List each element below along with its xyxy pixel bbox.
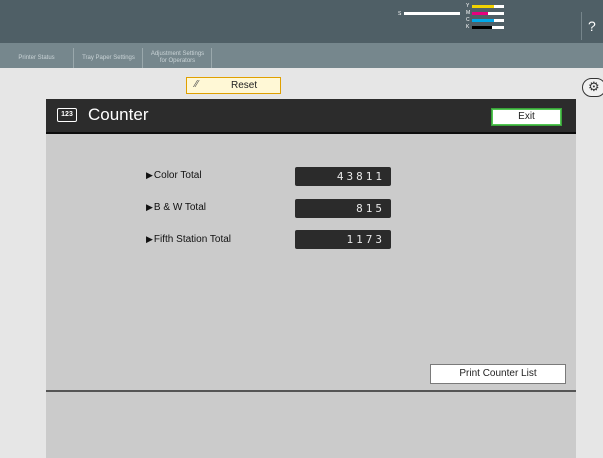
toner-key-s: S <box>398 11 402 17</box>
toner-key-k: K <box>466 24 470 30</box>
color-total-text: Color Total <box>153 170 202 181</box>
print-counter-list-button[interactable]: Print Counter List <box>430 364 566 384</box>
help-button[interactable]: ? <box>581 12 603 40</box>
tab-adjustment-settings[interactable]: Adjustment Settings for Operators <box>144 48 212 68</box>
tab-tray-paper-settings[interactable]: Tray Paper Settings <box>75 48 143 68</box>
toner-bar-k <box>472 26 492 29</box>
toner-bar-s <box>404 12 460 15</box>
triangle-right-icon: ▶ <box>146 234 153 244</box>
counter-panel: 123 Counter Exit ▶Color Total 43811 ▶B &… <box>46 99 576 458</box>
counter-icon: 123 <box>57 108 77 122</box>
reset-label: Reset <box>231 80 258 91</box>
fifth-station-total-text: Fifth Station Total <box>153 234 232 245</box>
toner-key-y: Y <box>466 3 470 9</box>
page-title: Counter <box>88 105 149 124</box>
toner-bar-m <box>472 12 488 15</box>
toner-levels: S Y M C K <box>398 3 518 41</box>
bw-total-text: B & W Total <box>153 202 206 213</box>
triangle-right-icon: ▶ <box>146 202 153 212</box>
toner-bar-c <box>472 19 494 22</box>
divider <box>46 390 576 392</box>
exit-button[interactable]: Exit <box>491 108 562 126</box>
tab-row: Printer Status Tray Paper Settings Adjus… <box>0 43 603 68</box>
reset-icon: ⁄⁄ <box>195 79 199 90</box>
toner-bar-y <box>472 5 494 8</box>
gear-icon[interactable]: ⚙ <box>582 78 603 97</box>
color-total-label: ▶Color Total <box>146 170 202 181</box>
reset-button[interactable]: ⁄⁄ Reset <box>186 77 281 94</box>
fifth-station-total-value: 1173 <box>295 230 391 249</box>
tab-printer-status[interactable]: Printer Status <box>0 48 74 68</box>
triangle-right-icon: ▶ <box>146 170 153 180</box>
top-bar: S Y M C K ? <box>0 0 603 43</box>
panel-header: 123 Counter Exit <box>46 99 576 134</box>
toner-key-c: C <box>466 17 470 23</box>
fifth-station-total-label: ▶Fifth Station Total <box>146 234 231 245</box>
toner-key-m: M <box>466 10 471 16</box>
tab-adjustment-line2: for Operators <box>159 58 196 64</box>
bw-total-label: ▶B & W Total <box>146 202 206 213</box>
tab-adjustment-line1: Adjustment Settings <box>150 51 205 57</box>
bw-total-value: 815 <box>295 199 391 218</box>
color-total-value: 43811 <box>295 167 391 186</box>
